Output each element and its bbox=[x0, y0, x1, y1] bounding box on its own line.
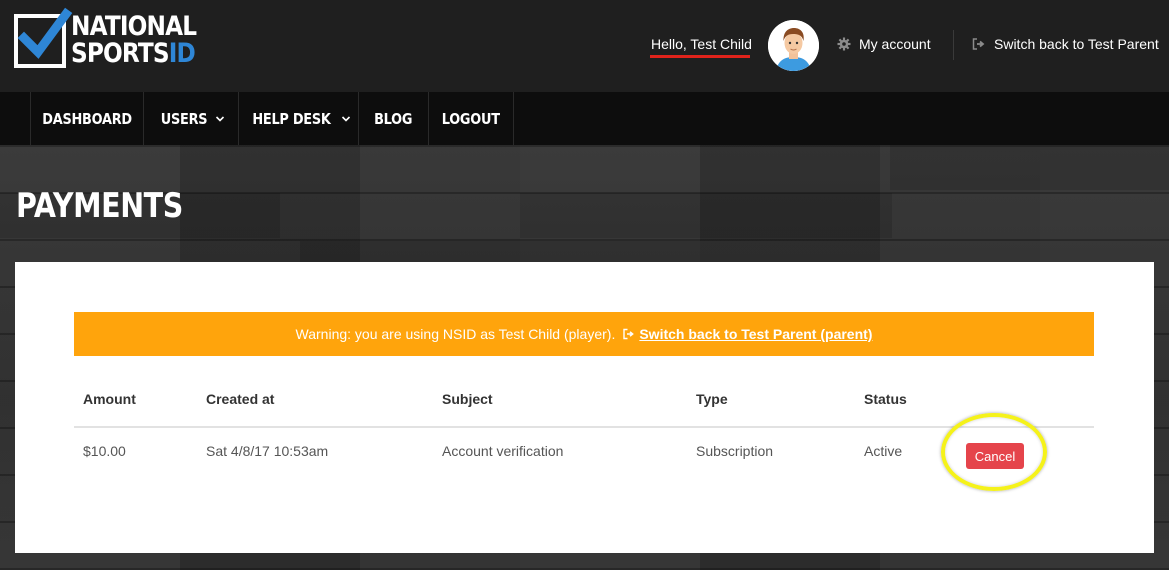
impersonation-warning-banner: Warning: you are using NSID as Test Chil… bbox=[74, 312, 1094, 356]
nav-item-help-desk[interactable]: HELP DESK bbox=[238, 92, 358, 145]
top-header: NATIONAL SPORTSID Hello, Test Child My a… bbox=[0, 0, 1169, 92]
chevron-down-icon bbox=[215, 115, 225, 122]
table-header-divider bbox=[74, 426, 1094, 428]
cell-status: Active bbox=[864, 443, 903, 459]
chevron-down-icon bbox=[341, 115, 351, 122]
switch-back-link[interactable]: Switch back to Test Parent bbox=[972, 36, 1159, 52]
nav-item-logout[interactable]: LOGOUT bbox=[428, 92, 514, 145]
main-nav: DASHBOARD USERS HELP DESK BLOG LOGOUT bbox=[0, 92, 1169, 145]
my-account-label: My account bbox=[859, 36, 931, 52]
nav-item-label: USERS bbox=[160, 109, 208, 128]
background-plank bbox=[520, 193, 892, 238]
logo-wordmark: NATIONAL SPORTSID bbox=[71, 11, 197, 67]
page-title: PAYMENTS bbox=[16, 186, 183, 226]
column-header-status: Status bbox=[864, 391, 907, 407]
nav-item-label: DASHBOARD bbox=[42, 109, 132, 128]
column-header-amount: Amount bbox=[83, 391, 136, 407]
logo-line-2-accent: ID bbox=[168, 38, 196, 69]
cancel-subscription-button[interactable]: Cancel bbox=[966, 443, 1024, 469]
column-header-created-at: Created at bbox=[206, 391, 275, 407]
cell-created-at: Sat 4/8/17 10:53am bbox=[206, 443, 329, 459]
column-header-type: Type bbox=[696, 391, 728, 407]
sign-out-icon bbox=[623, 328, 635, 340]
header-divider bbox=[953, 30, 954, 60]
sign-out-icon bbox=[972, 38, 985, 50]
avatar[interactable] bbox=[768, 20, 819, 71]
user-avatar-icon bbox=[768, 20, 819, 71]
gear-icon bbox=[837, 37, 851, 51]
site-logo[interactable]: NATIONAL SPORTSID bbox=[14, 7, 204, 70]
checkmark-icon bbox=[17, 7, 73, 59]
nav-item-blog[interactable]: BLOG bbox=[358, 92, 428, 145]
cell-amount: $10.00 bbox=[83, 443, 126, 459]
switch-back-parent-link[interactable]: Switch back to Test Parent (parent) bbox=[639, 326, 872, 342]
nav-item-label: HELP DESK bbox=[252, 109, 331, 128]
cell-subject: Account verification bbox=[442, 443, 564, 459]
switch-back-label: Switch back to Test Parent bbox=[994, 36, 1159, 52]
warning-text: Warning: you are using NSID as Test Chil… bbox=[295, 326, 616, 342]
logo-line-1: NATIONAL bbox=[71, 11, 197, 42]
background-plank bbox=[890, 145, 1169, 190]
logo-line-2-text: SPORTS bbox=[71, 38, 170, 69]
logo-checkbox bbox=[14, 7, 73, 68]
my-account-link[interactable]: My account bbox=[837, 36, 931, 52]
greeting-text: Hello, Test Child bbox=[651, 36, 752, 52]
payments-card: Warning: you are using NSID as Test Chil… bbox=[15, 262, 1154, 553]
cell-type: Subscription bbox=[696, 443, 774, 459]
nav-item-users[interactable]: USERS bbox=[143, 92, 238, 145]
nav-item-dashboard[interactable]: DASHBOARD bbox=[30, 92, 143, 145]
greeting-underline bbox=[650, 55, 750, 58]
nav-item-label: LOGOUT bbox=[441, 109, 500, 128]
nav-item-label: BLOG bbox=[374, 109, 413, 128]
column-header-subject: Subject bbox=[442, 391, 493, 407]
logo-line-2: SPORTSID bbox=[71, 40, 196, 67]
